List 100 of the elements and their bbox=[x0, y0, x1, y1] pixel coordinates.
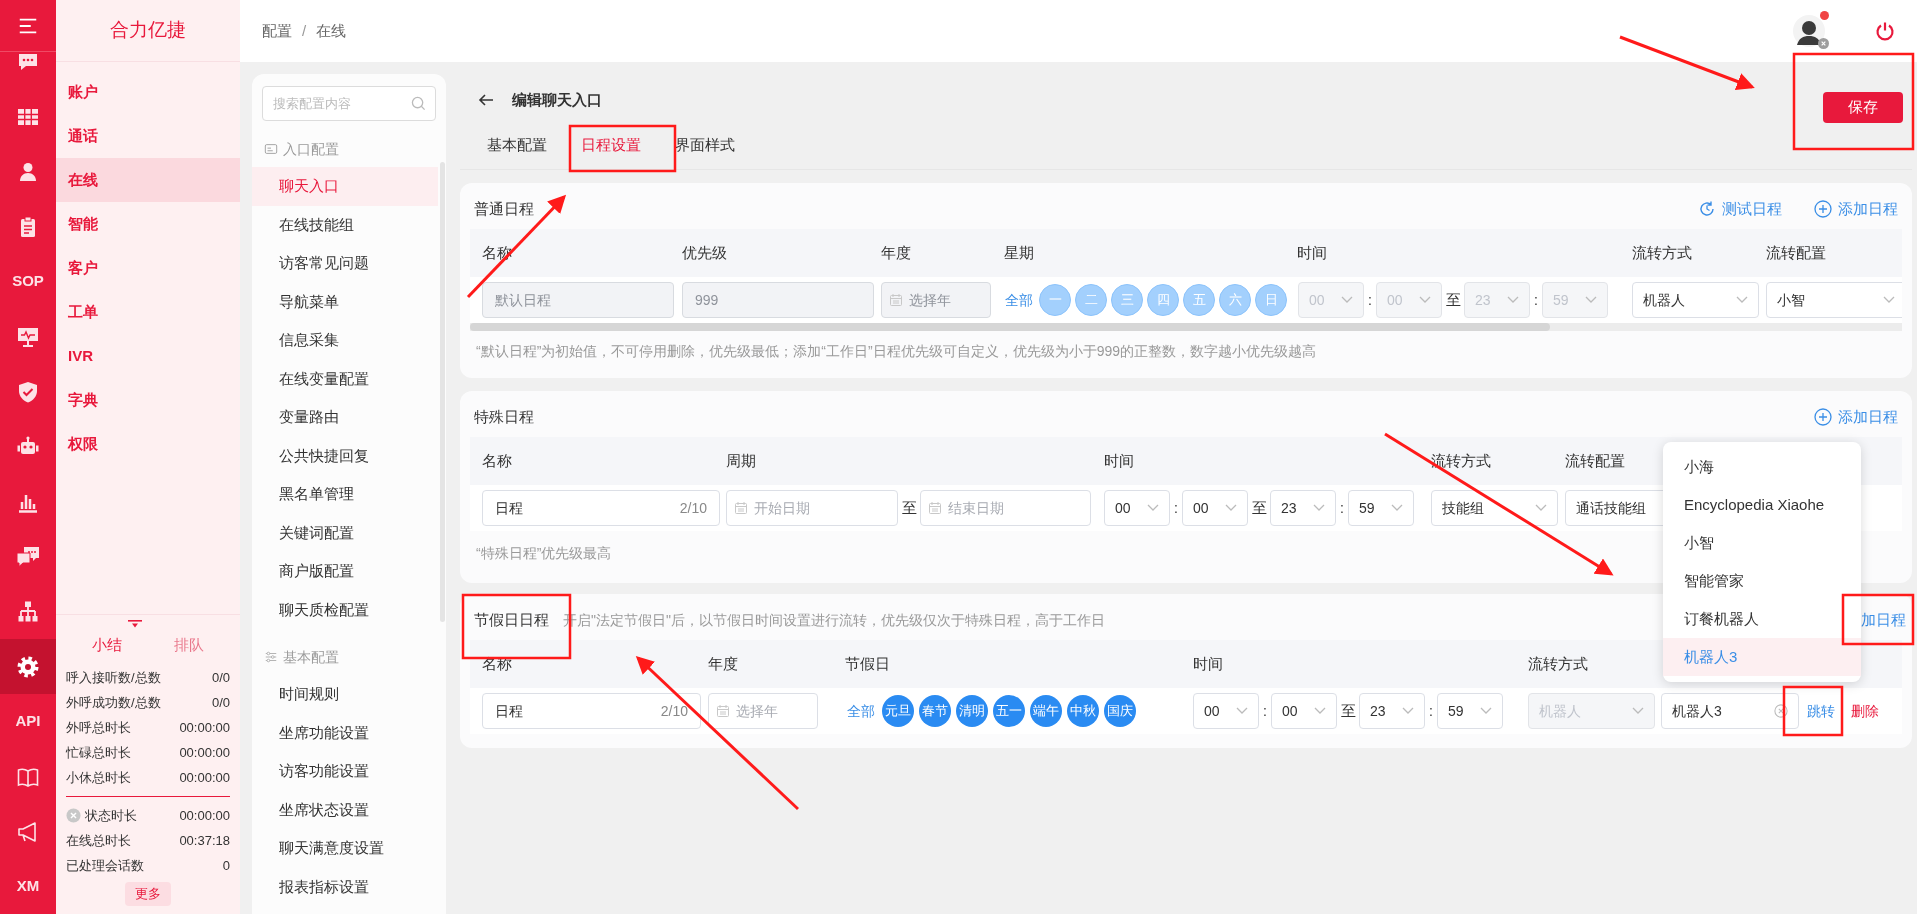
search-field[interactable]: 搜索配置内容 bbox=[262, 86, 436, 121]
column-header: 名称 bbox=[482, 450, 513, 471]
config-menu-item[interactable]: 商户版配置 bbox=[252, 552, 438, 591]
rail-button[interactable] bbox=[0, 639, 56, 694]
day-toggle[interactable]: 五一 bbox=[993, 695, 1025, 727]
rail-button[interactable]: API bbox=[0, 694, 56, 749]
nav-item[interactable]: 智能 bbox=[56, 202, 240, 246]
chevron-down-icon bbox=[1314, 707, 1326, 715]
nav-item[interactable]: 客户 bbox=[56, 246, 240, 290]
config-menu-item[interactable]: 坐席状态设置 bbox=[252, 790, 438, 829]
config-menu-item[interactable]: 访客常见问题 bbox=[252, 244, 438, 283]
select-field[interactable]: 59 bbox=[1437, 693, 1503, 729]
config-menu-item[interactable]: 公共快捷回复 bbox=[252, 436, 438, 475]
day-toggle[interactable]: 春节 bbox=[919, 695, 951, 727]
chat-bubbles-icon[interactable] bbox=[16, 544, 40, 569]
day-toggle[interactable]: 中秋 bbox=[1067, 695, 1099, 727]
config-menu-item[interactable]: 在线变量配置 bbox=[252, 359, 438, 398]
nav-item[interactable]: 权限 bbox=[56, 422, 240, 466]
power-icon[interactable] bbox=[1875, 21, 1895, 41]
stat-value: 00:00:00 bbox=[179, 743, 230, 762]
select-field[interactable]: 59 bbox=[1348, 490, 1414, 526]
select-field[interactable]: 23 bbox=[1359, 693, 1425, 729]
shield-icon[interactable] bbox=[16, 379, 40, 404]
breadcrumb-separator: / bbox=[302, 20, 307, 41]
year-field[interactable]: 选择年 bbox=[708, 693, 818, 729]
select-field[interactable]: 机器人3 bbox=[1661, 693, 1799, 729]
nav-item[interactable]: 在线 bbox=[56, 158, 240, 202]
config-menu-item[interactable]: 聊天入口 bbox=[252, 167, 438, 206]
name-field[interactable]: 日程 2/10 bbox=[482, 693, 701, 729]
save-button[interactable]: 保存 bbox=[1823, 91, 1903, 123]
config-menu-item[interactable]: 坐席功能设置 bbox=[252, 713, 438, 752]
summary-tab[interactable]: 排队 bbox=[148, 623, 230, 657]
date-field[interactable]: 结束日期 bbox=[920, 490, 1091, 526]
config-menu-item[interactable]: 在线技能组 bbox=[252, 205, 438, 244]
config-menu-item[interactable]: 聊天满意度设置 bbox=[252, 829, 438, 868]
select-field[interactable]: 00 bbox=[1104, 490, 1170, 526]
config-menu-item[interactable]: 访客功能设置 bbox=[252, 752, 438, 791]
nav-item[interactable]: 工单 bbox=[56, 290, 240, 334]
chevron-down-icon bbox=[1480, 707, 1492, 715]
name-field[interactable]: 日程 2/10 bbox=[482, 490, 720, 526]
add-schedule-link[interactable]: 加日程 bbox=[1861, 608, 1906, 632]
config-menu-item[interactable]: 变量路由 bbox=[252, 398, 438, 437]
delete-link[interactable]: 删除 bbox=[1851, 700, 1879, 722]
dropdown-option[interactable]: 小智 bbox=[1663, 524, 1861, 562]
rail-button[interactable]: SOP bbox=[0, 254, 56, 309]
select-field[interactable]: 技能组 bbox=[1431, 490, 1558, 526]
chevron-down-icon bbox=[1147, 504, 1159, 512]
clock-refresh-icon bbox=[1698, 200, 1716, 218]
back-arrow-icon[interactable] bbox=[478, 92, 494, 108]
test-schedule-button[interactable]: 测试日程 bbox=[1698, 197, 1782, 221]
column-header: 时间 bbox=[1193, 653, 1224, 674]
stat-label: 在线总时长 bbox=[66, 831, 131, 850]
select-field[interactable]: 00 bbox=[1271, 693, 1337, 729]
config-menu-item[interactable]: 信息采集 bbox=[252, 321, 438, 360]
dropdown-option[interactable]: 智能管家 bbox=[1663, 562, 1861, 600]
config-menu-item[interactable]: 导航菜单 bbox=[252, 282, 438, 321]
day-toggle[interactable]: 国庆 bbox=[1104, 695, 1136, 727]
more-button[interactable]: 更多 bbox=[125, 882, 171, 906]
calendar-icon bbox=[734, 501, 748, 515]
status-badge-icon bbox=[1818, 38, 1829, 49]
tab[interactable]: 界面样式 bbox=[658, 122, 752, 169]
org-chart-icon[interactable] bbox=[16, 599, 40, 624]
id-card-icon bbox=[264, 142, 278, 156]
caret-icon bbox=[128, 620, 142, 628]
settings-icon[interactable] bbox=[16, 654, 40, 679]
config-menu-item[interactable]: 关键词配置 bbox=[252, 513, 438, 552]
jump-link[interactable]: 跳转 bbox=[1807, 700, 1835, 722]
tab[interactable]: 基本配置 bbox=[470, 122, 564, 169]
select-all-link[interactable]: 全部 bbox=[845, 700, 877, 722]
add-schedule-button[interactable]: 添加日程 bbox=[1814, 405, 1898, 429]
nav-item[interactable]: 账户 bbox=[56, 70, 240, 114]
column-header: 周期 bbox=[726, 450, 757, 471]
select-field[interactable]: 00 bbox=[1193, 693, 1259, 729]
breadcrumb-item[interactable]: 在线 bbox=[316, 19, 347, 43]
config-menu-item[interactable]: 时间规则 bbox=[252, 675, 438, 714]
dropdown-option[interactable]: 机器人3 bbox=[1663, 638, 1861, 676]
add-schedule-button[interactable]: 添加日程 bbox=[1814, 197, 1898, 221]
column-header: 星期 bbox=[1004, 242, 1035, 263]
nav-item[interactable]: 字典 bbox=[56, 378, 240, 422]
config-menu-item[interactable]: 聊天质检配置 bbox=[252, 590, 438, 629]
config-menu-item[interactable]: 报表指标设置 bbox=[252, 867, 438, 906]
dropdown-option[interactable]: 小海 bbox=[1663, 448, 1861, 486]
rail-button[interactable]: XM bbox=[0, 859, 56, 914]
chevron-down-icon bbox=[1507, 296, 1519, 304]
select-field[interactable]: 00 bbox=[1182, 490, 1248, 526]
config-menu-item[interactable]: 黑名单管理 bbox=[252, 475, 438, 514]
day-toggle[interactable]: 元旦 bbox=[882, 695, 914, 727]
scrollbar-thumb[interactable] bbox=[470, 323, 1550, 331]
nav-item[interactable]: 通话 bbox=[56, 114, 240, 158]
range-separator: 至 bbox=[1250, 497, 1268, 518]
select-field[interactable]: 23 bbox=[1270, 490, 1336, 526]
nav-item[interactable]: IVR bbox=[56, 334, 240, 378]
summary-tab[interactable]: 小结 bbox=[66, 623, 148, 657]
day-toggle[interactable]: 端午 bbox=[1030, 695, 1062, 727]
avatar-icon[interactable] bbox=[1793, 15, 1825, 47]
breadcrumb-item[interactable]: 配置 bbox=[262, 19, 292, 43]
dropdown-option[interactable]: 订餐机器人 bbox=[1663, 600, 1861, 638]
day-toggle[interactable]: 清明 bbox=[956, 695, 988, 727]
tab[interactable]: 日程设置 bbox=[564, 122, 658, 169]
date-field[interactable]: 开始日期 bbox=[726, 490, 898, 526]
